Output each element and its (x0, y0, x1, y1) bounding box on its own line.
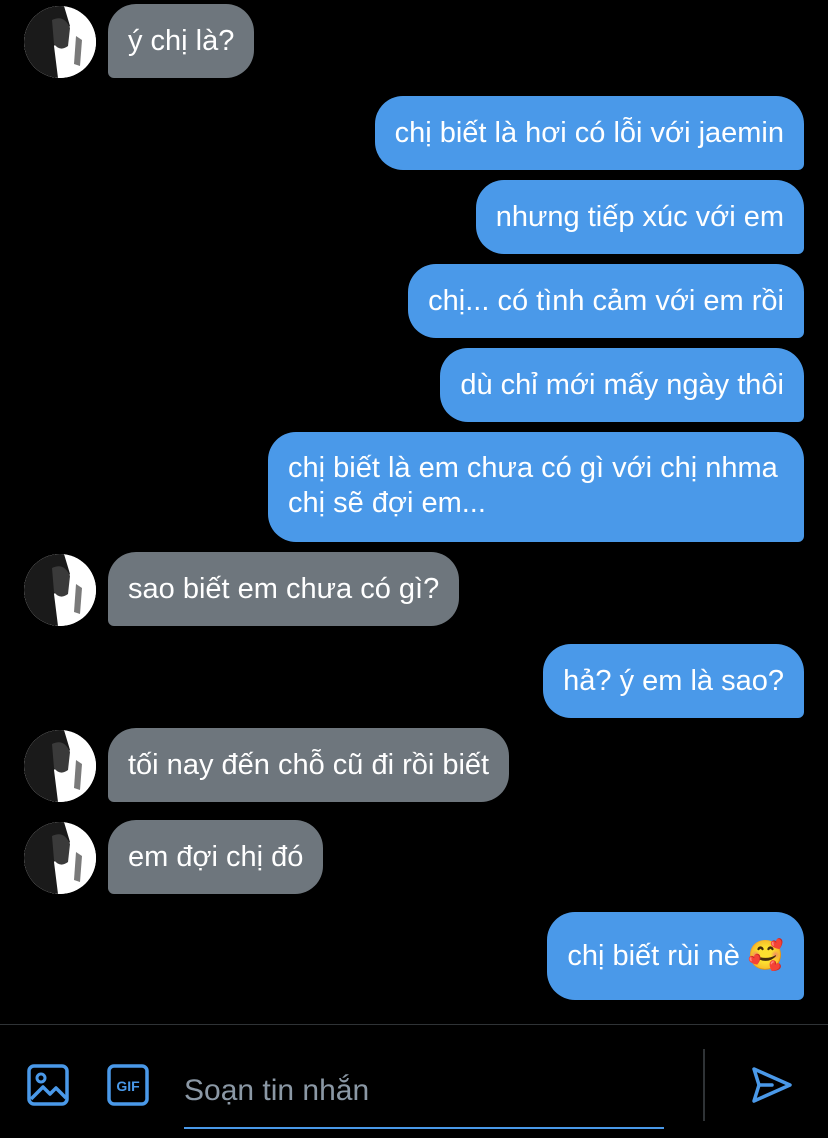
avatar-photo (24, 822, 96, 894)
message-bubble-outgoing[interactable]: chị... có tình cảm với em rồi (408, 264, 804, 338)
avatar-photo (24, 730, 96, 802)
message-bubble-outgoing[interactable]: chị biết là hơi có lỗi với jaemin (374, 96, 804, 170)
message-bubble-outgoing[interactable]: chị biết là em chưa có gì với chị nhma c… (268, 432, 804, 542)
composer-divider (703, 1049, 705, 1121)
gif-label: GIF (116, 1078, 140, 1094)
message-bubble-incoming[interactable]: em đợi chị đó (108, 820, 324, 894)
message-bubble-incoming[interactable]: ý chị là? (108, 4, 255, 78)
message-composer: GIF (0, 1024, 828, 1138)
message-bubble-outgoing[interactable]: nhưng tiếp xúc với em (475, 180, 804, 254)
message-text: dù chỉ mới mấy ngày thôi (460, 368, 784, 401)
avatar-photo (24, 554, 96, 626)
gif-icon[interactable]: GIF (106, 1063, 150, 1107)
message-bubble-outgoing[interactable]: chị biết rùi nè 🥰 (547, 912, 804, 1000)
avatar-photo (24, 6, 96, 78)
avatar[interactable] (24, 822, 96, 894)
send-icon[interactable] (750, 1063, 794, 1107)
message-text: chị biết rùi nè 🥰 (567, 939, 784, 972)
avatar[interactable] (24, 554, 96, 626)
message-bubble-outgoing[interactable]: dù chỉ mới mấy ngày thôi (440, 348, 804, 422)
message-text: tối nay đến chỗ cũ đi rồi biết (128, 748, 490, 781)
avatar[interactable] (24, 730, 96, 802)
message-text: sao biết em chưa có gì? (128, 572, 440, 605)
message-text: chị biết là hơi có lỗi với jaemin (394, 116, 784, 149)
message-bubble-incoming[interactable]: tối nay đến chỗ cũ đi rồi biết (108, 728, 510, 802)
message-text: chị biết là em chưa có gì với chị nhma c… (288, 452, 778, 519)
chat-screen: ý chị là? chị biết là hơi có lỗi với jae… (0, 0, 828, 1138)
image-icon[interactable] (26, 1063, 70, 1107)
message-text: chị... có tình cảm với em rồi (428, 284, 784, 317)
message-bubble-outgoing[interactable]: hả? ý em là sao? (543, 644, 804, 718)
message-text: em đợi chị đó (128, 840, 304, 873)
avatar[interactable] (24, 6, 96, 78)
message-text: ý chị là? (128, 24, 235, 57)
message-input[interactable] (184, 1055, 664, 1129)
message-text: nhưng tiếp xúc với em (495, 200, 784, 233)
message-text: hả? ý em là sao? (563, 664, 784, 697)
message-bubble-incoming[interactable]: sao biết em chưa có gì? (108, 552, 460, 626)
